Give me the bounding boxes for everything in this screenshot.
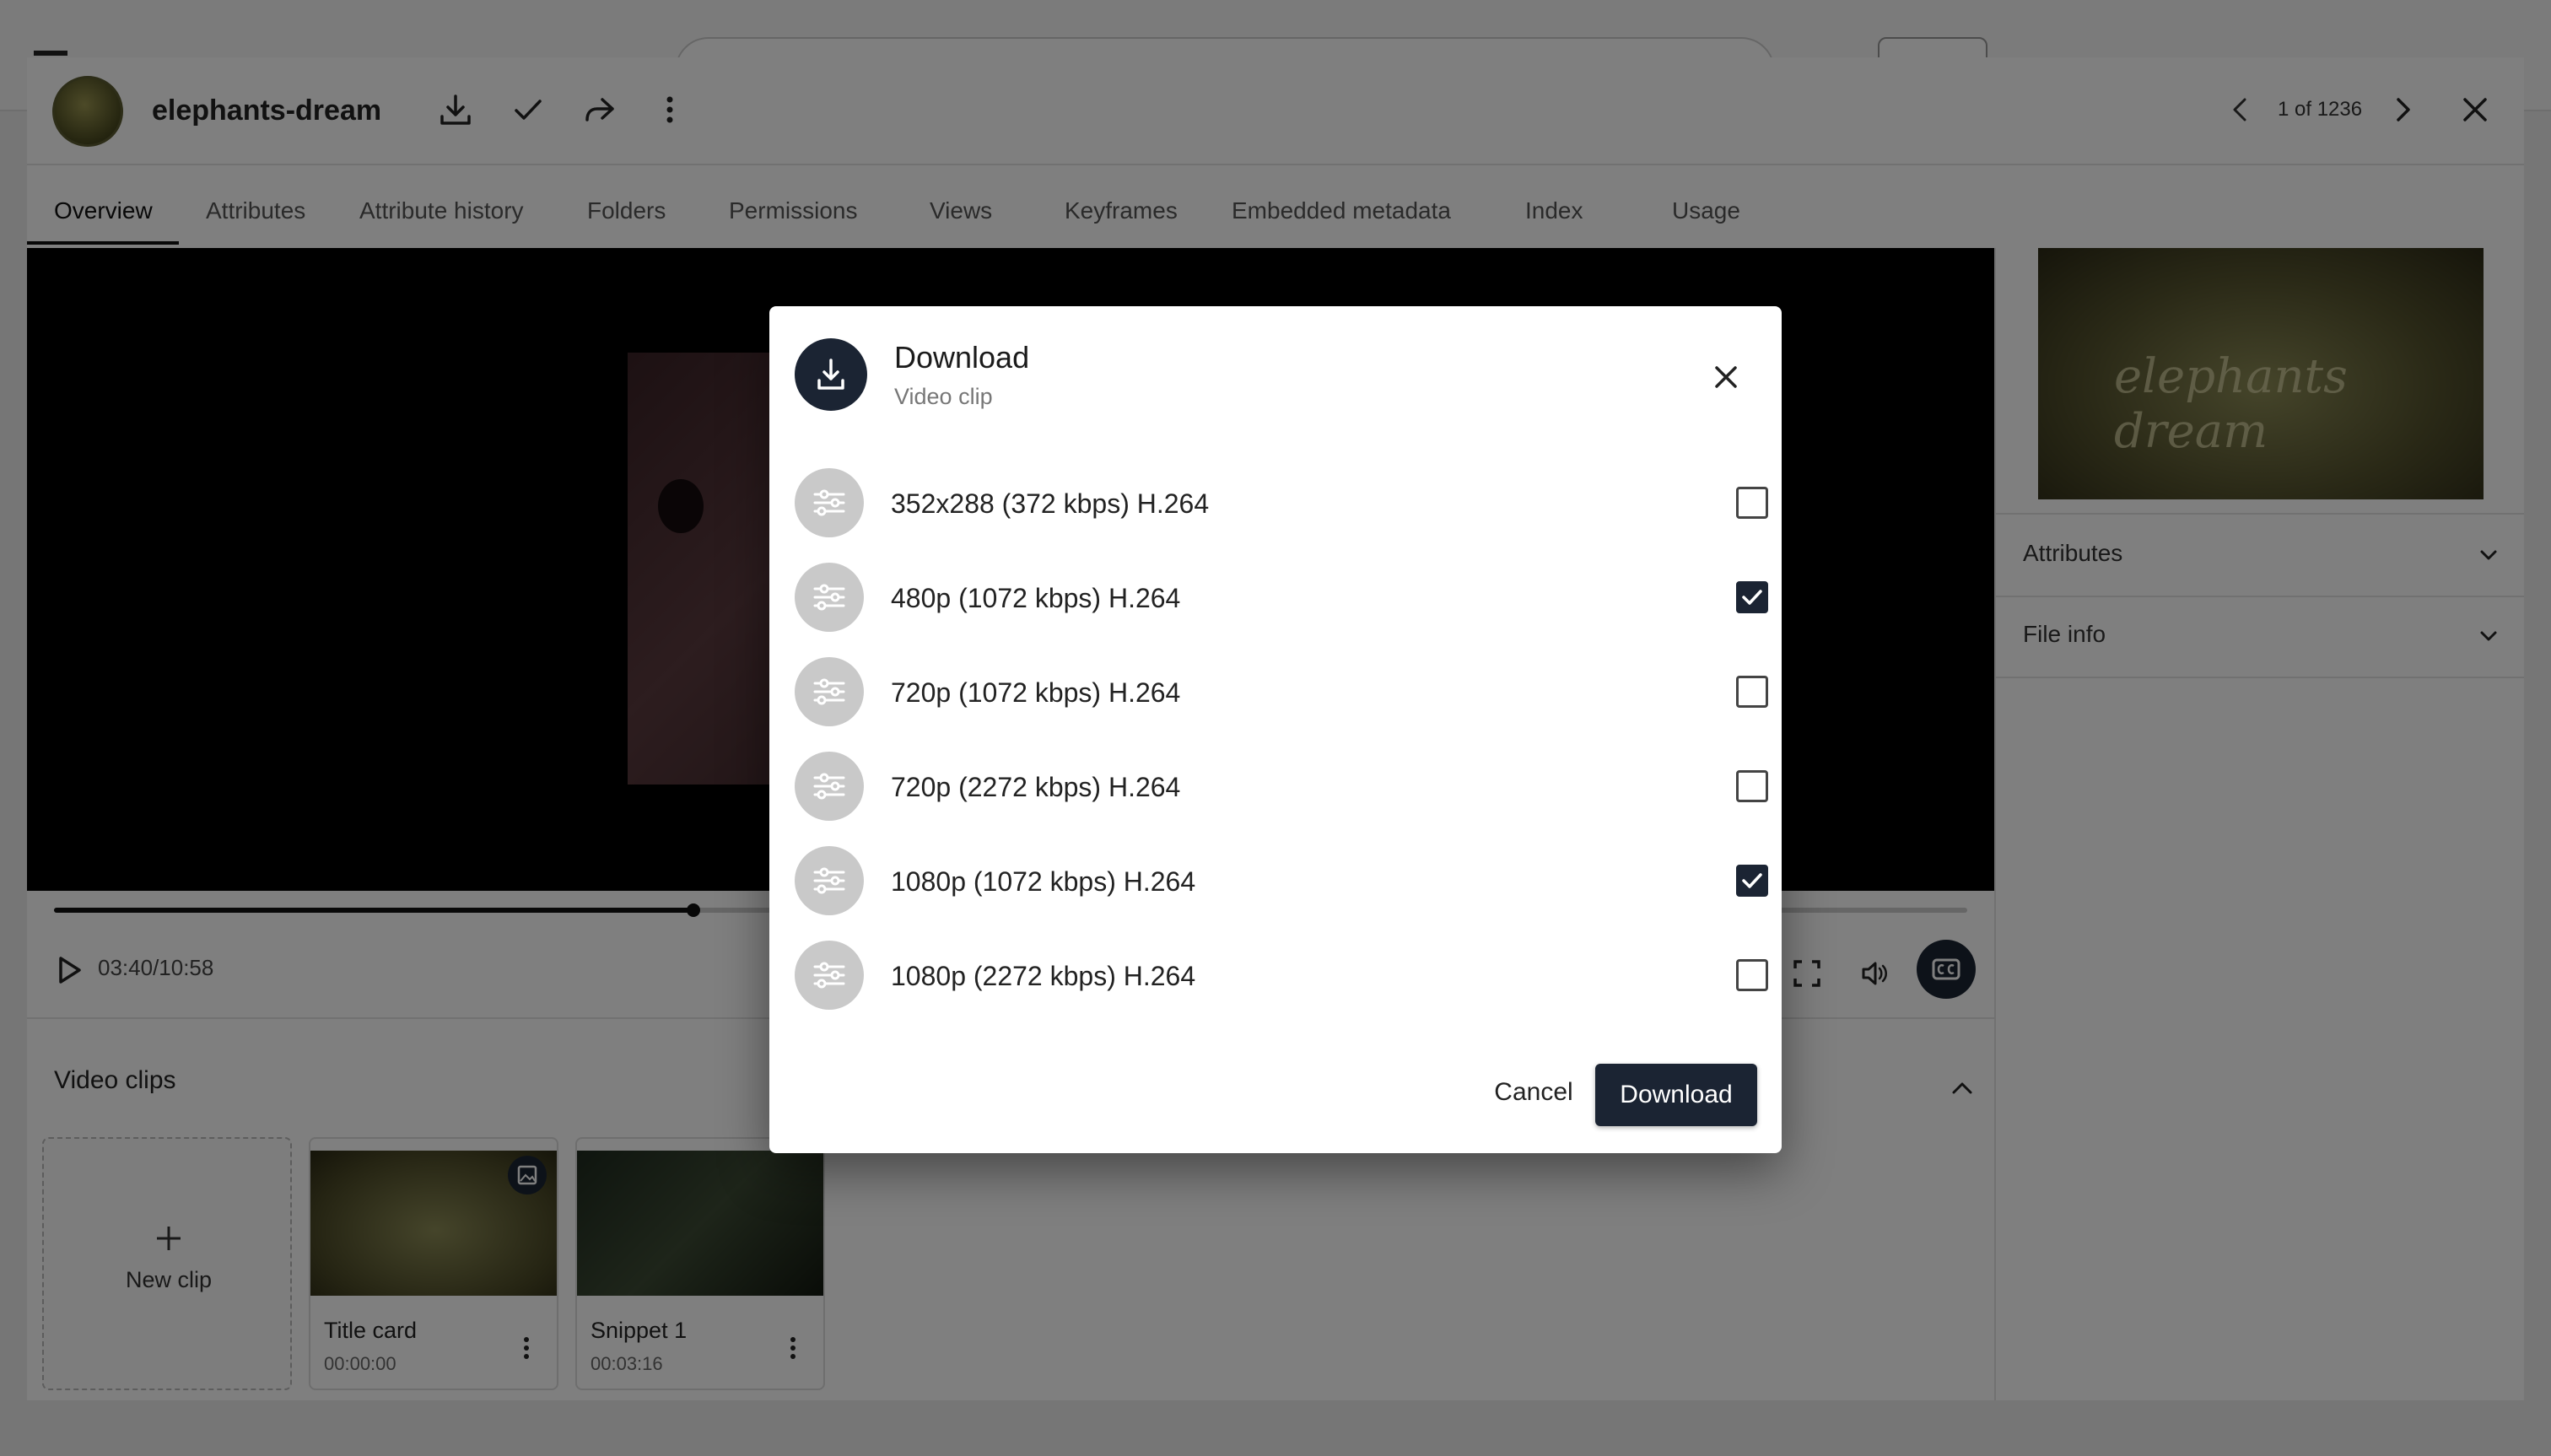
option-checkbox[interactable] [1736,959,1768,991]
dialog-subtitle: Video clip [894,384,993,409]
download-option-row[interactable]: 480p (1072 kbps) H.264 [795,563,1768,634]
tune-icon [795,468,864,537]
option-label: 720p (1072 kbps) H.264 [891,677,1181,708]
option-checkbox[interactable] [1736,581,1768,613]
cancel-button[interactable]: Cancel [1483,1062,1584,1123]
download-option-row[interactable]: 1080p (1072 kbps) H.264 [795,846,1768,917]
dialog-title: Download [894,340,1030,375]
tune-icon [795,941,864,1010]
option-label: 1080p (2272 kbps) H.264 [891,961,1196,991]
option-label: 1080p (1072 kbps) H.264 [891,866,1196,897]
download-option-row[interactable]: 1080p (2272 kbps) H.264 [795,941,1768,1011]
tune-icon [795,752,864,821]
tune-icon [795,563,864,632]
tune-icon [795,846,864,915]
download-dialog: Download Video clip 352x288 (372 kbps) H… [769,306,1782,1153]
option-checkbox[interactable] [1736,487,1768,519]
option-checkbox[interactable] [1736,770,1768,802]
option-checkbox[interactable] [1736,865,1768,897]
option-label: 352x288 (372 kbps) H.264 [891,488,1210,519]
tune-icon [795,657,864,726]
option-label: 720p (2272 kbps) H.264 [891,772,1181,802]
download-option-row[interactable]: 352x288 (372 kbps) H.264 [795,468,1768,539]
download-option-row[interactable]: 720p (1072 kbps) H.264 [795,657,1768,728]
close-icon[interactable] [1706,357,1746,397]
option-checkbox[interactable] [1736,676,1768,708]
download-option-row[interactable]: 720p (2272 kbps) H.264 [795,752,1768,822]
download-button[interactable]: Download [1595,1064,1757,1126]
download-icon [795,338,867,411]
option-label: 480p (1072 kbps) H.264 [891,583,1181,613]
